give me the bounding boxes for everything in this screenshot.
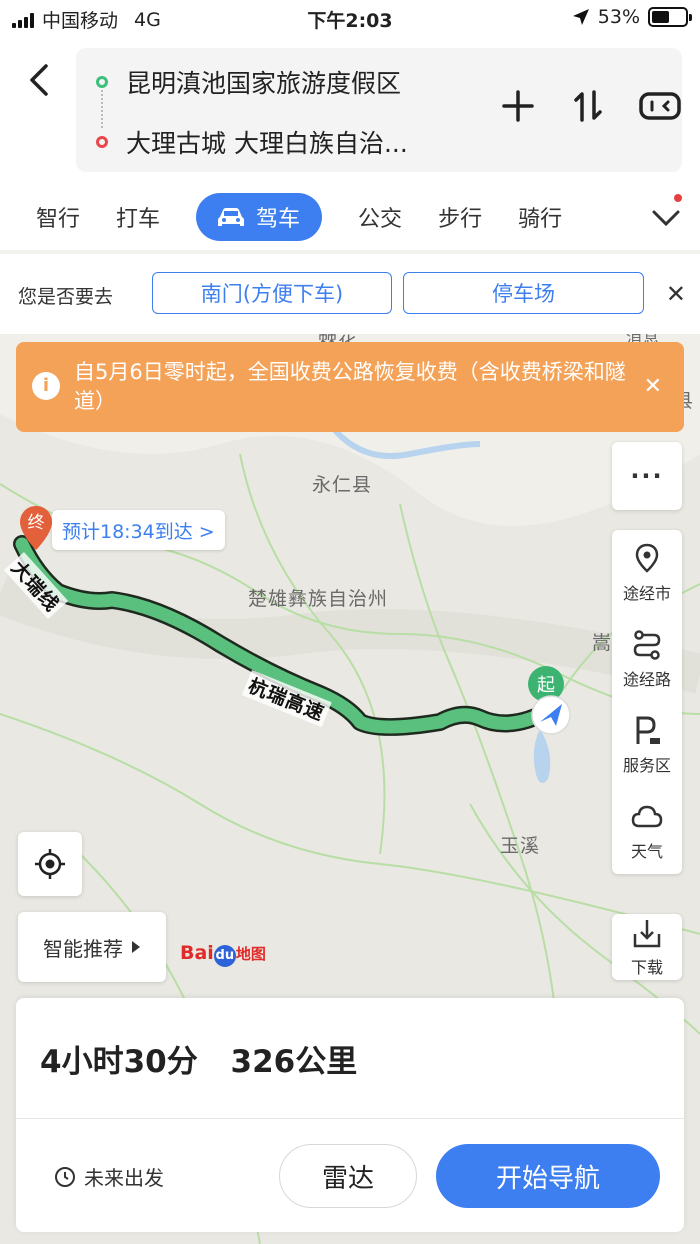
cloud-icon — [631, 805, 663, 828]
more-options-panel: ··· — [612, 442, 682, 510]
via-city-button[interactable]: 途经市 — [612, 530, 682, 616]
more-button[interactable]: ··· — [612, 442, 682, 510]
route-connector — [101, 90, 103, 128]
download-panel: 下载 — [612, 914, 682, 980]
more-modes-button[interactable] — [650, 194, 682, 234]
battery-percent: 53% — [597, 6, 640, 28]
notice-text: 自5月6日零时起，全国收费公路恢复收费（含收费桥梁和隧道） — [74, 360, 626, 413]
tab-drive[interactable]: 驾车 — [196, 193, 323, 241]
place-yongren: 永仁县 — [312, 474, 373, 496]
end-marker-icon: 终 — [20, 506, 52, 550]
route-summary: 4小时30分 326公里 — [40, 1036, 357, 1081]
map-pin-icon — [635, 543, 659, 573]
route-distance: 326公里 — [230, 1044, 358, 1080]
car-icon — [218, 208, 245, 226]
status-bar: 中国移动 4G 下午2:03 53% — [0, 0, 700, 36]
eta-bubble[interactable]: 预计18:34到达 > — [52, 510, 225, 550]
car-settings-button[interactable] — [638, 86, 681, 126]
chevron-down-icon — [652, 210, 680, 227]
service-area-button[interactable]: 服务区 — [612, 702, 682, 788]
card-divider — [16, 1118, 684, 1119]
download-label: 下载 — [630, 958, 663, 977]
via-road-label: 途经路 — [622, 670, 671, 689]
start-location-text: 昆明滇池国家旅游度假区 — [126, 69, 402, 98]
place-chuxiong: 楚雄彝族自治州 — [248, 588, 389, 610]
download-icon — [633, 920, 661, 948]
back-button[interactable] — [20, 60, 60, 100]
end-location-field[interactable]: 大理古城 大理白族自治... — [96, 124, 408, 160]
tab-ride[interactable]: 骑行 — [518, 201, 562, 233]
swap-icon — [574, 90, 602, 122]
suggest-label: 您是否要去 — [18, 286, 114, 308]
close-notice-icon[interactable]: ✕ — [644, 372, 662, 401]
suggest-parking[interactable]: 停车场 — [403, 272, 644, 314]
tab-walk[interactable]: 步行 — [438, 201, 482, 233]
notification-dot — [674, 194, 682, 202]
weather-label: 天气 — [630, 842, 663, 861]
close-suggest-icon[interactable]: ✕ — [666, 280, 686, 308]
future-departure-button[interactable]: 未来出发 — [54, 1162, 164, 1191]
download-button[interactable]: 下载 — [612, 914, 682, 980]
plate-icon — [639, 92, 681, 120]
route-path-icon — [633, 630, 661, 660]
parking-icon — [636, 716, 660, 744]
location-arrow-icon — [572, 9, 589, 25]
via-city-label: 途经市 — [622, 584, 671, 603]
start-navigation-button[interactable]: 开始导航 — [436, 1144, 660, 1208]
start-marker-label: 起 — [537, 675, 555, 696]
battery-icon — [648, 7, 692, 27]
destination-suggestions: 您是否要去 南门(方便下车) 停车场 ✕ — [0, 254, 700, 334]
end-dot-icon — [96, 136, 108, 148]
locate-me-button[interactable] — [18, 832, 82, 896]
info-icon: i — [32, 372, 60, 400]
tab-drive-label: 驾车 — [256, 207, 301, 232]
weather-button[interactable]: 天气 — [612, 788, 682, 874]
swap-route-button[interactable] — [568, 86, 608, 126]
tab-taxi[interactable]: 打车 — [116, 201, 160, 233]
radar-button[interactable]: 雷达 — [279, 1144, 417, 1208]
toll-notice-banner: i 自5月6日零时起，全国收费公路恢复收费（含收费桥梁和隧道） ✕ — [16, 342, 684, 432]
end-location-text: 大理古城 大理白族自治... — [126, 129, 408, 158]
chevron-left-icon — [30, 64, 48, 96]
header-actions — [498, 86, 681, 126]
via-road-button[interactable]: 途经路 — [612, 616, 682, 702]
start-dot-icon — [96, 76, 108, 88]
plus-icon — [502, 90, 534, 122]
transport-mode-tabs: 智行 打车 驾车 公交 步行 骑行 — [0, 184, 700, 250]
route-duration: 4小时30分 — [40, 1044, 198, 1080]
place-yuxi: 玉溪 — [500, 835, 541, 857]
status-right: 53% — [572, 6, 692, 28]
smart-recommend-label: 智能推荐 — [43, 936, 123, 961]
add-waypoint-button[interactable] — [498, 86, 538, 126]
triangle-right-icon — [132, 941, 140, 953]
crosshair-icon — [35, 849, 65, 879]
place-song-partial: 嵩 — [592, 632, 613, 654]
end-marker-label: 终 — [28, 513, 45, 533]
baidu-logo: Bai du 地图 — [180, 942, 266, 967]
route-tools-panel: 途经市 途经路 服务区 天气 — [612, 530, 682, 874]
current-position-icon — [531, 695, 571, 735]
service-area-label: 服务区 — [622, 756, 671, 775]
smart-recommend-button[interactable]: 智能推荐 — [18, 912, 166, 982]
start-location-field[interactable]: 昆明滇池国家旅游度假区 — [96, 64, 401, 100]
clock-icon — [55, 1166, 75, 1187]
route-summary-card: 4小时30分 326公里 未来出发 雷达 开始导航 — [16, 998, 684, 1232]
suggest-south-gate[interactable]: 南门(方便下车) — [152, 272, 392, 314]
tab-smart[interactable]: 智行 — [36, 201, 80, 233]
route-header: 昆明滇池国家旅游度假区 大理古城 大理白族自治... — [0, 36, 700, 184]
tab-bus[interactable]: 公交 — [358, 201, 402, 233]
future-departure-label: 未来出发 — [84, 1166, 164, 1190]
